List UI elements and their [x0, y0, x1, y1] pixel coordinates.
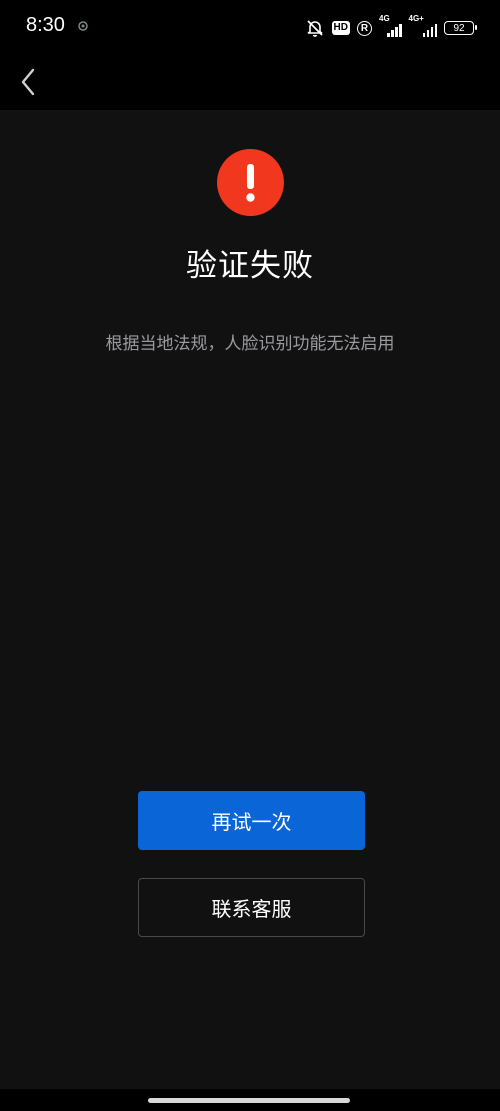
network-type-1: 4G: [379, 14, 390, 23]
nav-bar: [0, 56, 500, 110]
status-time: 8:30: [26, 14, 65, 36]
hd-voice-icon: HD: [331, 21, 350, 35]
status-icons: HD R 4G 4G+ 92: [305, 15, 477, 39]
retry-button[interactable]: 再试一次: [138, 791, 365, 850]
exclamation-icon: [217, 149, 284, 216]
mute-bell-icon: [306, 20, 323, 37]
gesture-bar: [0, 1089, 500, 1111]
home-indicator[interactable]: [148, 1098, 350, 1103]
roaming-icon: R: [357, 20, 372, 36]
status-bar: 8:30 HD R 4G 4G+ 92: [0, 0, 500, 56]
network-type-2: 4G+: [408, 14, 424, 23]
failure-message: 根据当地法规，人脸识别功能无法启用: [105, 334, 395, 354]
chevron-left-icon: [21, 68, 35, 96]
battery-icon: 92: [444, 21, 477, 35]
contact-support-button[interactable]: 联系客服: [138, 878, 365, 937]
back-button[interactable]: [14, 66, 42, 98]
signal-2-icon: 4G+: [409, 15, 437, 37]
signal-1-icon: 4G: [379, 15, 402, 37]
page-title: 验证失败: [186, 248, 314, 284]
battery-level: 92: [453, 22, 465, 34]
app-notification-icon: [78, 21, 88, 31]
